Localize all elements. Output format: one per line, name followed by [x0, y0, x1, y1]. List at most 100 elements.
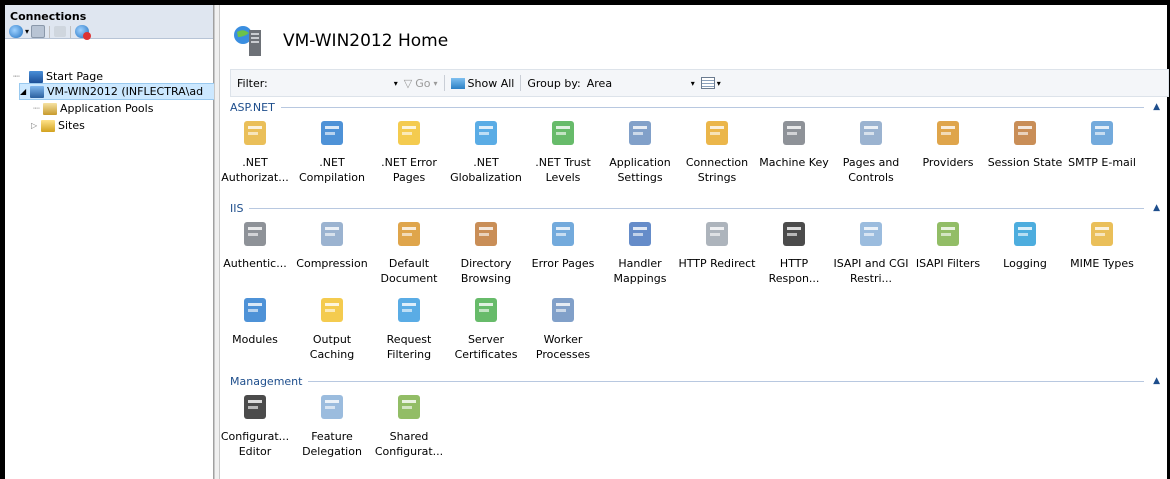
feature-tile-label: .NET Trust Levels: [535, 156, 591, 184]
tree-item-server[interactable]: ◢ VM-WIN2012 (INFLECTRA\ad: [19, 83, 216, 100]
feature-tile-label: SMTP E-mail: [1068, 156, 1136, 169]
go-button[interactable]: ▽ Go ▾: [404, 77, 438, 90]
feature-tile[interactable]: MIME Types: [1062, 218, 1142, 271]
feature-tile[interactable]: Application Settings: [600, 117, 680, 185]
go-dropdown-icon: ▾: [433, 78, 438, 88]
application-pools-icon: [43, 102, 57, 115]
feature-tile-label: Connection Strings: [685, 156, 749, 184]
feature-tile[interactable]: .NET Globalization: [446, 117, 526, 185]
feature-tile[interactable]: Configurat... Editor: [215, 391, 295, 459]
feature-tile[interactable]: Machine Key: [754, 117, 834, 170]
feature-tile[interactable]: .NET Error Pages: [369, 117, 449, 185]
config-editor-icon: [244, 395, 266, 419]
section-header-management[interactable]: Management ▲: [230, 374, 1160, 388]
group-by-select[interactable]: Area ▾: [587, 77, 695, 90]
feature-tile[interactable]: .NET Trust Levels: [523, 117, 603, 185]
mime-types-icon: [1091, 222, 1113, 246]
group-by-dropdown-icon: ▾: [690, 78, 695, 88]
feature-tile[interactable]: Default Document: [369, 218, 449, 286]
error-pages-icon: [398, 121, 420, 145]
feature-delegation-icon: [321, 395, 343, 419]
compilation-icon: [321, 121, 343, 145]
collapse-caret-icon[interactable]: ▲: [1144, 102, 1160, 112]
feature-tile-label: .NET Error Pages: [381, 156, 437, 184]
feature-tile[interactable]: Output Caching: [292, 294, 372, 362]
filter-toolbar: Filter: ▾ ▽ Go ▾ Show All Group by: Area…: [230, 69, 1169, 97]
app-settings-icon: [629, 121, 651, 145]
feature-tile[interactable]: .NET Authorizat...: [215, 117, 295, 185]
sites-folder-icon: [41, 119, 55, 132]
home-pane: VM-WIN2012 Home Filter: ▾ ▽ Go ▾ Show Al…: [219, 5, 1169, 479]
section-header-iis[interactable]: IIS ▲: [230, 201, 1160, 215]
feature-tile-label: Application Settings: [609, 156, 671, 184]
page-title: VM-WIN2012 Home: [283, 31, 449, 51]
tree-item-label: VM-WIN2012 (INFLECTRA\ad: [47, 85, 204, 98]
up-level-icon[interactable]: [54, 26, 67, 37]
feature-tile[interactable]: Logging: [985, 218, 1065, 271]
feature-tile[interactable]: Directory Browsing: [446, 218, 526, 286]
feature-tile-label: .NET Authorizat...: [221, 156, 289, 184]
save-icon[interactable]: [31, 25, 46, 38]
disconnect-icon[interactable]: [75, 25, 92, 40]
go-label: Go: [415, 76, 431, 90]
section-title: ASP.NET: [230, 100, 275, 114]
feature-tile[interactable]: ISAPI Filters: [908, 218, 988, 271]
feature-tile[interactable]: Error Pages: [523, 218, 603, 271]
connect-dropdown-icon[interactable]: ▾: [25, 27, 29, 36]
group-by-value: Area: [586, 76, 613, 90]
tree-item-label: Start Page: [46, 70, 103, 83]
feature-tile[interactable]: Providers: [908, 117, 988, 170]
feature-tile[interactable]: HTTP Redirect: [677, 218, 757, 271]
feature-tile-label: Shared Configurat...: [374, 430, 444, 458]
handler-mappings-icon: [629, 222, 651, 246]
view-dropdown-icon: ▾: [716, 78, 721, 88]
feature-tile[interactable]: Handler Mappings: [600, 218, 680, 286]
http-response-icon: [783, 222, 805, 246]
funnel-icon: ▽: [403, 76, 413, 90]
tree-item-application-pools[interactable]: ┈ Application Pools: [33, 101, 153, 116]
section-title: IIS: [230, 201, 244, 215]
collapse-caret-icon[interactable]: ▲: [1144, 376, 1160, 386]
feature-tile[interactable]: Session State: [985, 117, 1065, 170]
feature-tile[interactable]: Request Filtering: [369, 294, 449, 362]
feature-tile-label: Directory Browsing: [460, 257, 512, 285]
worker-processes-icon: [552, 298, 574, 322]
output-caching-icon: [321, 298, 343, 322]
tree-line: ┈: [33, 102, 40, 115]
feature-tile[interactable]: Server Certificates: [446, 294, 526, 362]
tree-item-start-page[interactable]: ┈ Start Page: [13, 69, 103, 84]
feature-tile[interactable]: Authentic...: [215, 218, 295, 271]
feature-tile[interactable]: Shared Configurat...: [369, 391, 449, 459]
collapse-caret-icon[interactable]: ▲: [1144, 203, 1160, 213]
feature-tile[interactable]: Pages and Controls: [831, 117, 911, 185]
view-button[interactable]: ▾: [700, 77, 721, 89]
isapi-filters-icon: [937, 222, 959, 246]
section-divider: [249, 207, 1144, 209]
start-page-icon: [29, 70, 43, 83]
feature-tile[interactable]: ISAPI and CGI Restri...: [831, 218, 911, 286]
connect-globe-icon[interactable]: [9, 25, 23, 38]
feature-tile[interactable]: Worker Processes: [523, 294, 603, 362]
feature-tile-label: Server Certificates: [454, 333, 518, 361]
feature-tile[interactable]: Compression: [292, 218, 372, 271]
feature-tile[interactable]: .NET Compilation: [292, 117, 372, 185]
providers-icon: [937, 121, 959, 145]
feature-tile[interactable]: Connection Strings: [677, 117, 757, 185]
collapse-arrow-icon[interactable]: ◢: [20, 87, 30, 96]
tree-item-sites[interactable]: ▷ Sites: [31, 118, 85, 133]
error-pages-icon: [552, 222, 574, 246]
feature-tile[interactable]: SMTP E-mail: [1062, 117, 1142, 170]
isapi-cgi-icon: [860, 222, 882, 246]
filter-input[interactable]: [273, 76, 384, 90]
feature-tile[interactable]: Feature Delegation: [292, 391, 372, 459]
section-header-aspnet[interactable]: ASP.NET ▲: [230, 100, 1160, 114]
modules-icon: [244, 298, 266, 322]
show-all-icon: [450, 77, 465, 89]
filter-dropdown-icon[interactable]: ▾: [394, 79, 398, 88]
feature-tile-label: Session State: [987, 156, 1063, 169]
expand-arrow-icon[interactable]: ▷: [31, 121, 41, 130]
feature-tile-label: MIME Types: [1070, 257, 1134, 270]
feature-tile[interactable]: Modules: [215, 294, 295, 347]
feature-tile[interactable]: HTTP Respon...: [754, 218, 834, 286]
show-all-button[interactable]: Show All: [450, 77, 514, 90]
